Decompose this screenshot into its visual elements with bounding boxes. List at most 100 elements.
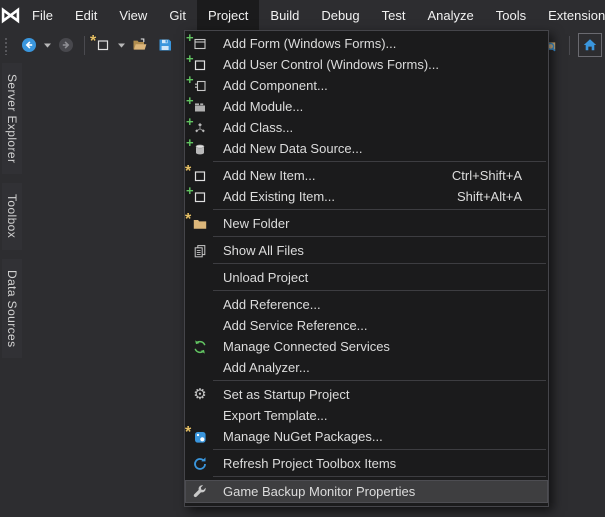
menu-icon-spacer xyxy=(190,296,210,314)
visual-studio-window: ⋈ File Edit View Git Project Build Debug Test An… xyxy=(0,0,605,517)
menu-item-label: Unload Project xyxy=(223,270,309,285)
sidebar-tab-server-explorer[interactable]: Server Explorer xyxy=(2,63,22,175)
add-existing-item-icon: + xyxy=(186,184,210,206)
menubar-item-git[interactable]: Git xyxy=(158,0,197,30)
sidebar-tab-data-sources[interactable]: Data Sources xyxy=(2,258,22,359)
menu-item-label: Show All Files xyxy=(223,243,304,258)
open-file-button[interactable] xyxy=(128,33,152,57)
menu-item-add-class[interactable]: + Add Class... xyxy=(185,115,548,138)
menu-item-show-all-files[interactable]: Show All Files xyxy=(185,240,548,261)
menu-item-set-as-startup-project[interactable]: ⚙ Set as Startup Project xyxy=(185,384,548,405)
menu-item-add-reference[interactable]: Add Reference... xyxy=(185,294,548,315)
menubar-item-extensions[interactable]: Extensions xyxy=(537,0,605,30)
home-icon xyxy=(582,37,598,53)
menu-icon-spacer xyxy=(190,317,210,335)
menubar-item-tools[interactable]: Tools xyxy=(485,0,537,30)
navigate-backward-button[interactable] xyxy=(17,33,41,57)
menu-item-label: Add User Control (Windows Forms)... xyxy=(223,57,439,72)
nuget-icon: * xyxy=(185,424,210,446)
new-file-button[interactable]: * xyxy=(90,33,115,57)
menu-item-label: Set as Startup Project xyxy=(223,387,350,402)
caret-down-icon xyxy=(44,43,51,48)
menu-item-shortcut: Shift+Alt+A xyxy=(456,189,522,204)
menu-item-label: Add Existing Item... xyxy=(223,189,335,204)
add-module-icon: + xyxy=(186,94,210,116)
menu-item-label: Manage Connected Services xyxy=(223,339,390,354)
menubar-item-debug[interactable]: Debug xyxy=(310,0,370,30)
navigate-forward-button[interactable] xyxy=(54,33,78,57)
toolbar-grip[interactable] xyxy=(3,35,8,55)
menu-item-add-service-reference[interactable]: Add Service Reference... xyxy=(185,315,548,336)
menu-bar-items: File Edit View Git Project Build Debug Test Anal… xyxy=(21,0,605,30)
menubar-item-edit[interactable]: Edit xyxy=(64,0,108,30)
menu-item-label: Add Form (Windows Forms)... xyxy=(223,36,397,51)
menu-separator xyxy=(213,161,546,162)
menubar-item-file[interactable]: File xyxy=(21,0,64,30)
menu-item-add-new-data-source[interactable]: + Add New Data Source... xyxy=(185,136,548,159)
show-all-files-icon xyxy=(190,242,210,260)
menu-item-add-form-windows-forms[interactable]: + Add Form (Windows Forms)... xyxy=(185,31,548,54)
menu-icon-spacer xyxy=(190,407,210,425)
save-icon xyxy=(157,37,173,53)
menu-item-label: Add Class... xyxy=(223,120,294,135)
menu-icon-spacer xyxy=(190,269,210,287)
sidebar-tab-toolbox[interactable]: Toolbox xyxy=(2,183,22,250)
menubar-item-project[interactable]: Project xyxy=(196,0,260,30)
caret-down-icon xyxy=(118,43,125,48)
toolbar-separator xyxy=(569,35,570,55)
menu-item-manage-connected-services[interactable]: Manage Connected Services xyxy=(185,336,548,357)
toolbar-left-group: * xyxy=(3,33,202,57)
menu-bar: ⋈ File Edit View Git Project Build Debug Test An… xyxy=(0,0,605,30)
menu-item-game-backup-monitor-properties[interactable]: Game Backup Monitor Properties xyxy=(185,480,548,503)
menubar-item-view[interactable]: View xyxy=(108,0,158,30)
home-button[interactable] xyxy=(578,33,602,57)
menu-item-refresh-project-toolbox-items[interactable]: Refresh Project Toolbox Items xyxy=(185,453,548,474)
open-folder-icon xyxy=(132,37,148,53)
menu-item-label: Add Reference... xyxy=(223,297,321,312)
menu-item-label: Manage NuGet Packages... xyxy=(223,429,383,444)
menu-item-label: Add New Data Source... xyxy=(223,141,363,156)
new-file-icon: * xyxy=(90,34,111,53)
menu-item-label: Add New Item... xyxy=(223,168,316,183)
menu-item-add-module[interactable]: + Add Module... xyxy=(185,94,548,117)
menu-item-manage-nuget-packages[interactable]: * Manage NuGet Packages... xyxy=(185,424,548,447)
menu-item-label: Add Component... xyxy=(223,78,328,93)
menu-separator xyxy=(213,209,546,210)
visual-studio-logo-icon: ⋈ xyxy=(0,3,21,27)
add-component-icon: + xyxy=(186,73,210,95)
menu-item-label: Add Analyzer... xyxy=(223,360,310,375)
navigate-backward-caret[interactable] xyxy=(42,33,53,57)
menu-separator xyxy=(213,476,546,477)
menu-item-label: Add Service Reference... xyxy=(223,318,368,333)
menu-item-add-existing-item[interactable]: + Add Existing Item... Shift+Alt+A xyxy=(185,184,548,207)
toolbar-separator xyxy=(84,35,85,55)
menu-item-export-template[interactable]: Export Template... xyxy=(185,405,548,426)
menu-icon-spacer xyxy=(190,359,210,377)
menu-item-add-new-item[interactable]: * Add New Item... Ctrl+Shift+A xyxy=(185,163,548,186)
menu-item-add-analyzer[interactable]: Add Analyzer... xyxy=(185,357,548,378)
menu-item-unload-project[interactable]: Unload Project xyxy=(185,267,548,288)
menu-separator xyxy=(213,263,546,264)
menu-separator xyxy=(213,380,546,381)
connected-services-icon xyxy=(190,338,210,356)
menubar-item-test[interactable]: Test xyxy=(371,0,417,30)
wrench-icon xyxy=(190,483,210,501)
menu-separator xyxy=(213,290,546,291)
project-menu-dropdown: + Add Form (Windows Forms)... + Add User Co… xyxy=(184,30,549,507)
add-new-item-icon: * xyxy=(185,163,210,185)
refresh-icon xyxy=(190,455,210,473)
menu-item-shortcut: Ctrl+Shift+A xyxy=(451,168,522,183)
menubar-item-build[interactable]: Build xyxy=(259,0,310,30)
add-class-icon: + xyxy=(186,115,210,137)
startup-project-icon: ⚙ xyxy=(193,386,207,403)
menu-separator xyxy=(213,449,546,450)
menu-item-add-component[interactable]: + Add Component... xyxy=(185,73,548,96)
menu-item-add-user-control-windows-forms[interactable]: + Add User Control (Windows Forms)... xyxy=(185,52,548,75)
save-button[interactable] xyxy=(153,33,177,57)
menu-item-new-folder[interactable]: * New Folder xyxy=(185,211,548,234)
menubar-item-analyze[interactable]: Analyze xyxy=(416,0,484,30)
menu-item-label: Add Module... xyxy=(223,99,304,114)
add-user-control-icon: + xyxy=(186,52,210,74)
new-file-caret[interactable] xyxy=(116,33,127,57)
forward-circle-icon xyxy=(58,37,74,53)
